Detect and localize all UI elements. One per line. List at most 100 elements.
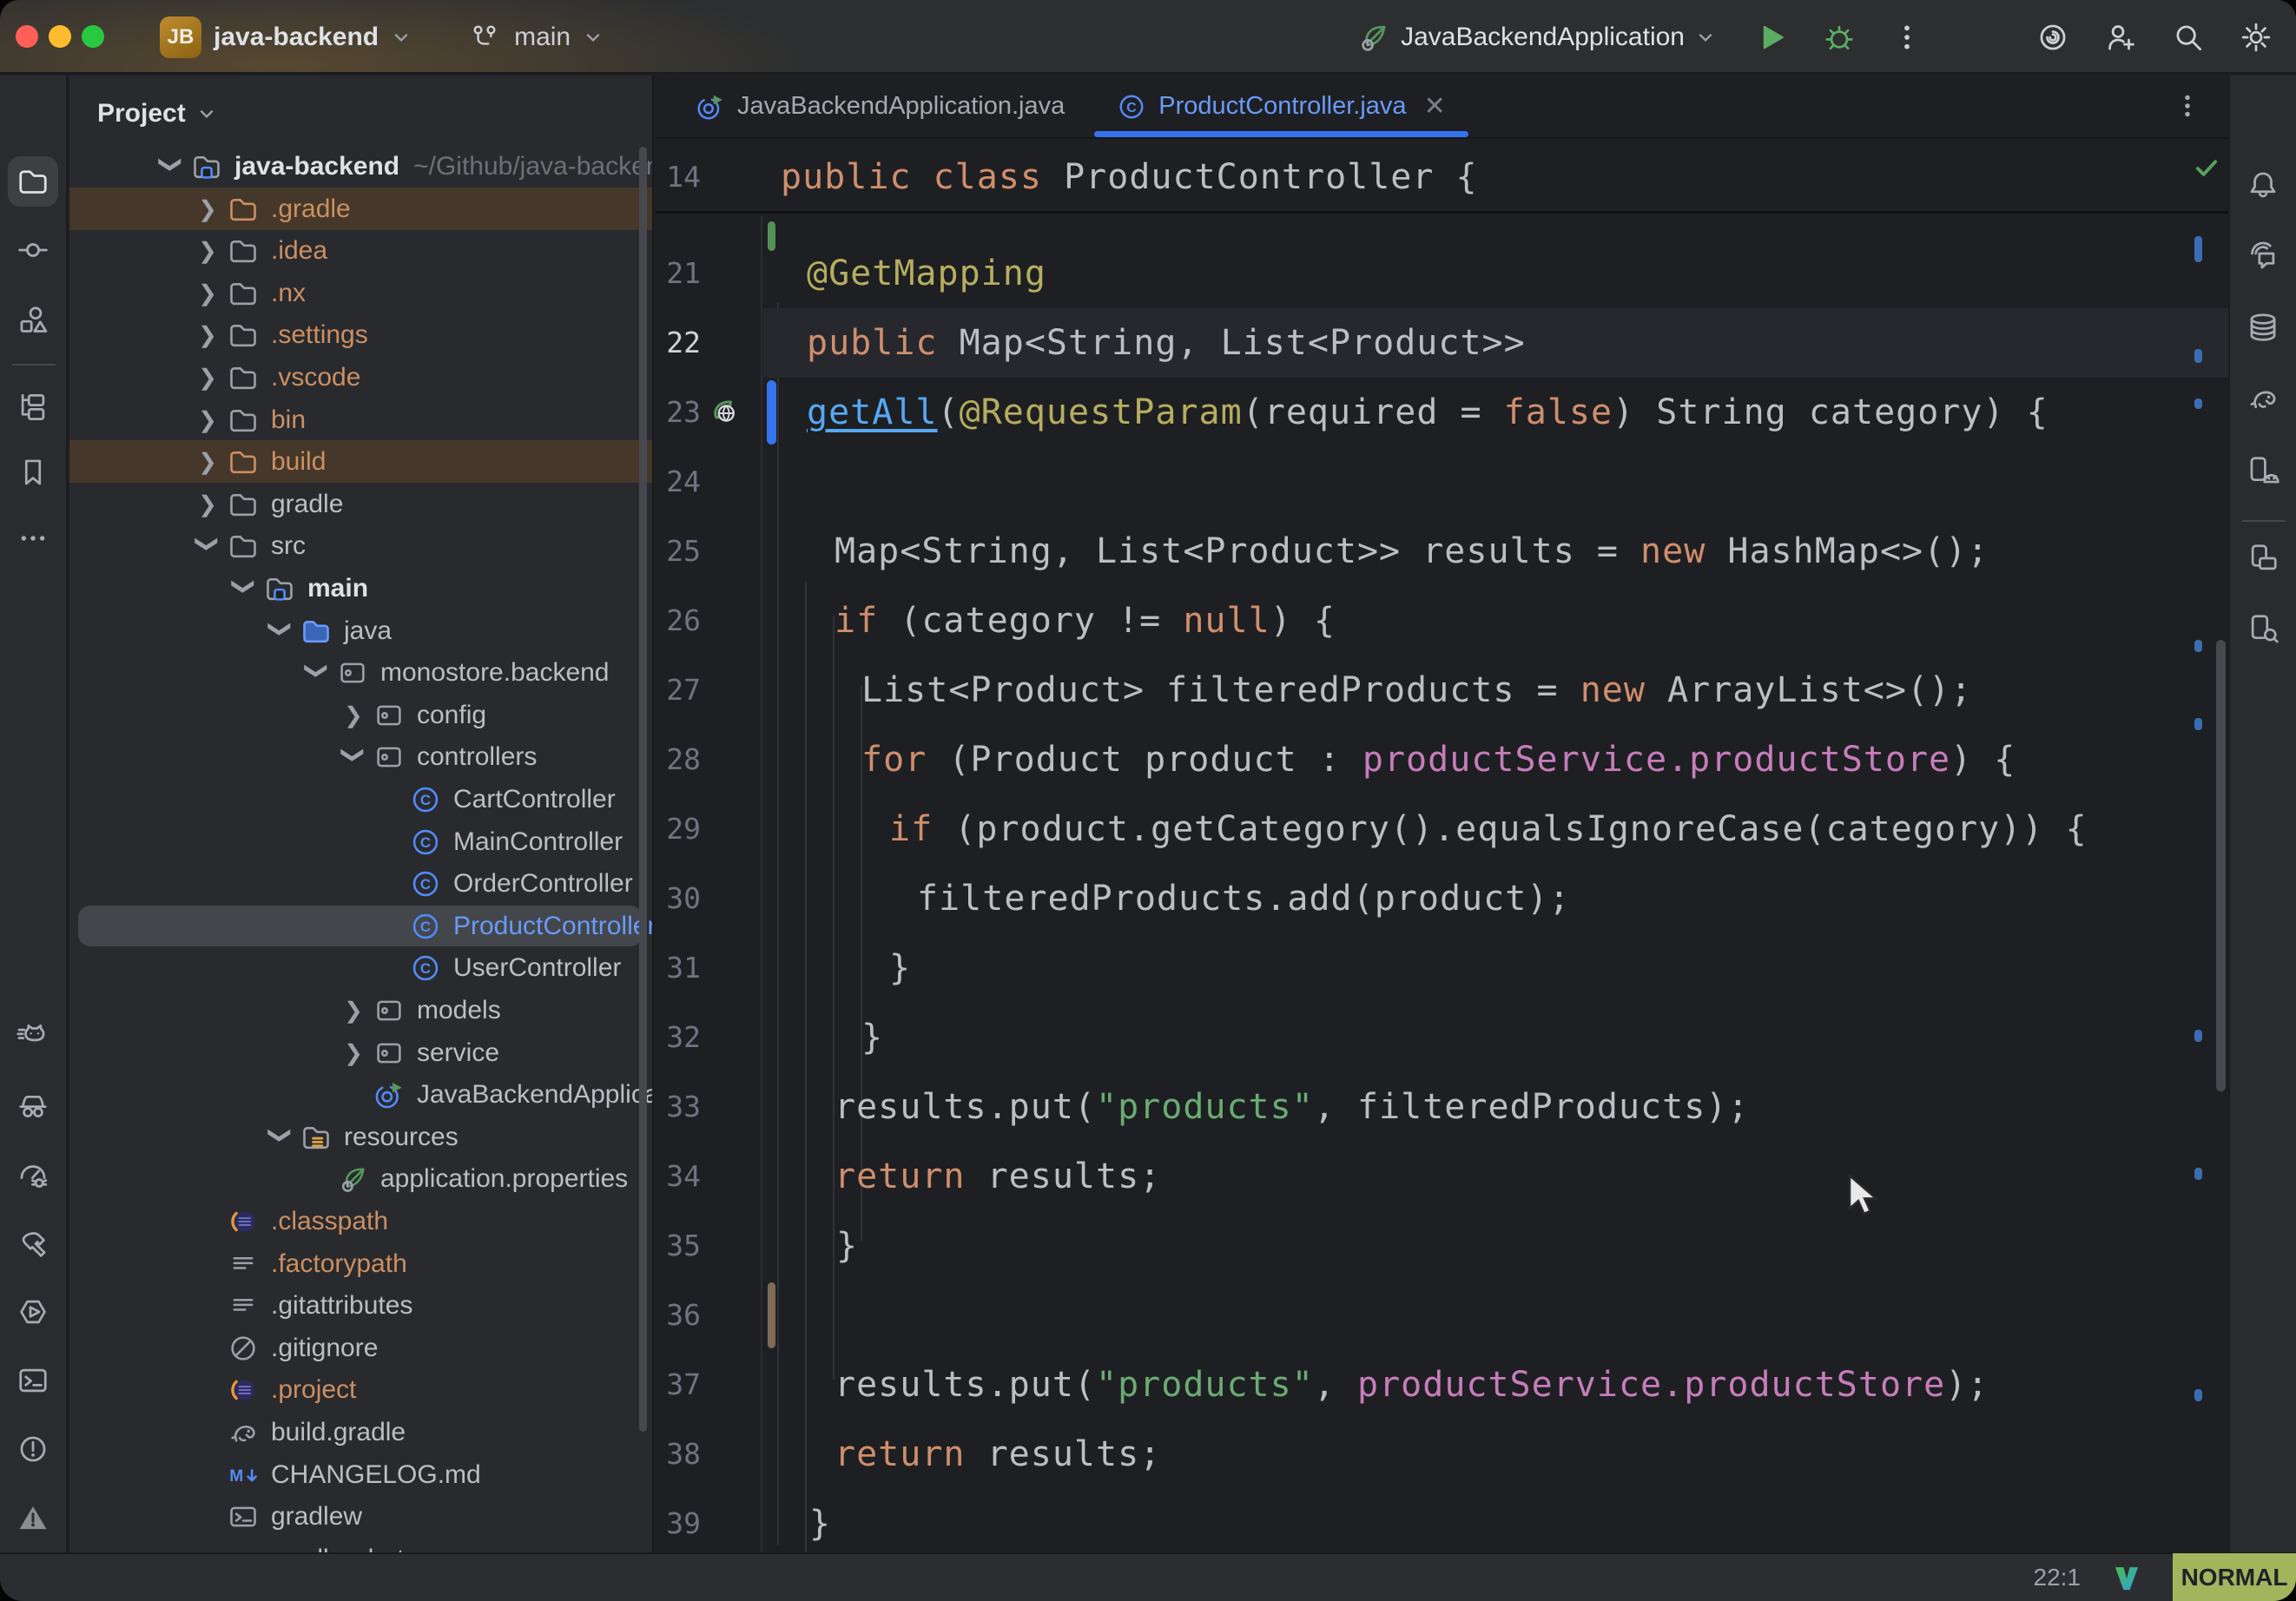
tree-item-controllers[interactable]: ❯ controllers <box>69 735 654 778</box>
close-window-button[interactable] <box>16 25 38 48</box>
tree-item-java-backend[interactable]: ❯ java-backend~/Github/java-backend <box>69 145 654 188</box>
device-explorer-tool[interactable] <box>2238 603 2288 654</box>
line-number[interactable]: 33 <box>656 1072 701 1142</box>
tree-item--idea[interactable]: ❯ .idea <box>69 229 654 272</box>
code-line-27[interactable]: 27 List<Product> filteredProducts = new … <box>656 656 2228 725</box>
tree-expander[interactable]: ❯ <box>342 702 365 728</box>
tree-item--nx[interactable]: ❯ .nx <box>69 272 654 314</box>
tree-expander[interactable]: ❯ <box>158 153 185 175</box>
tree-item-main[interactable]: ❯ main <box>69 567 654 609</box>
tree-expander[interactable]: ❯ <box>196 321 219 348</box>
tree-item-gradlew-bat[interactable]: gradlew.bat <box>69 1538 654 1552</box>
line-number[interactable]: 37 <box>656 1350 701 1420</box>
tree-expander[interactable]: ❯ <box>196 448 219 475</box>
tree-item-bin[interactable]: ❯ bin <box>69 399 654 441</box>
hierarchy-tool[interactable] <box>8 382 58 432</box>
project-tool[interactable] <box>8 156 58 207</box>
line-number[interactable]: 14 <box>656 142 701 212</box>
code-line-26[interactable]: 26 if (category != null) { <box>656 586 2228 656</box>
line-number[interactable]: 26 <box>656 586 701 656</box>
code-line-24[interactable]: 24 <box>656 447 2228 517</box>
line-number[interactable]: 23 <box>656 378 701 447</box>
tree-item-config[interactable]: ❯ config <box>69 694 654 736</box>
tree-expander[interactable]: ❯ <box>196 280 219 306</box>
run-configuration-selector[interactable]: JavaBackendApplication <box>1356 20 1716 55</box>
editor-scrollbar[interactable] <box>2216 640 2226 1091</box>
tree-expander[interactable]: ❯ <box>340 743 367 766</box>
close-tab-icon[interactable]: ✕ <box>1424 91 1446 122</box>
terminal-tool[interactable] <box>8 1355 58 1406</box>
tree-expander[interactable]: ❯ <box>196 491 219 517</box>
tree-expander[interactable]: ❯ <box>196 195 219 222</box>
inspections-ok-icon[interactable] <box>2191 152 2222 183</box>
line-number[interactable]: 28 <box>656 725 701 794</box>
tree-expander[interactable]: ❯ <box>196 406 219 433</box>
tree-item-maincontroller[interactable]: C MainController <box>69 820 654 863</box>
more-tool-windows[interactable] <box>8 513 58 563</box>
line-number[interactable]: 36 <box>656 1281 701 1350</box>
branch-selector[interactable]: main <box>514 23 571 52</box>
tree-item--vscode[interactable]: ❯ .vscode <box>69 356 654 399</box>
settings-gear-icon[interactable] <box>2239 20 2273 55</box>
line-number[interactable]: 31 <box>656 933 701 1003</box>
tree-expander[interactable]: ❯ <box>195 532 221 555</box>
code-line-34[interactable]: 34 return results; <box>656 1142 2228 1211</box>
commit-tool[interactable] <box>8 225 58 275</box>
device-manager-tool[interactable] <box>2238 533 2288 583</box>
tree-item--settings[interactable]: ❯ .settings <box>69 313 654 356</box>
line-number[interactable]: 35 <box>656 1211 701 1281</box>
code-line-31[interactable]: 31 } <box>656 933 2228 1003</box>
tree-expander[interactable]: ❯ <box>342 997 365 1024</box>
code-line-37[interactable]: 37 results.put("products", productServic… <box>656 1350 2228 1420</box>
add-user-icon[interactable] <box>2103 20 2138 55</box>
vim-mode-badge[interactable]: NORMAL <box>2173 1553 2296 1601</box>
code-line-22[interactable]: 22 public Map<String, List<Product>> <box>656 308 2228 378</box>
tree-item-models[interactable]: ❯ models <box>69 989 654 1031</box>
code-line-30[interactable]: 30 filteredProducts.add(product); <box>656 864 2228 933</box>
line-number[interactable]: 30 <box>656 864 701 933</box>
ai-assistant-chat[interactable] <box>2238 231 2288 281</box>
code-line-29[interactable]: 29 if (product.getCategory().equalsIgnor… <box>656 794 2228 864</box>
running-devices-tool[interactable] <box>2238 445 2288 496</box>
bookmarks-tool[interactable] <box>8 447 58 497</box>
code-line-39[interactable]: 39 } <box>656 1489 2228 1552</box>
tree-item--project[interactable]: .project <box>69 1368 654 1411</box>
tree-item-changelog-md[interactable]: M CHANGELOG.md <box>69 1453 654 1496</box>
tree-item-javabackendapplication[interactable]: JavaBackendApplication <box>69 1073 654 1116</box>
tree-expander[interactable]: ❯ <box>267 617 294 640</box>
more-actions-kebab[interactable] <box>1890 20 1924 55</box>
tree-item-service[interactable]: ❯ service <box>69 1031 654 1074</box>
editor-tab-javabackendapplication-java[interactable]: JavaBackendApplication.java <box>670 76 1091 137</box>
tree-item-ordercontroller[interactable]: C OrderController <box>69 862 654 905</box>
ai-cat-tool[interactable] <box>8 1012 58 1063</box>
code-line-33[interactable]: 33 results.put("products", filteredProdu… <box>656 1072 2228 1142</box>
code-line-25[interactable]: 25 Map<String, List<Product>> results = … <box>656 517 2228 586</box>
minimize-window-button[interactable] <box>49 25 71 48</box>
tree-item--gitignore[interactable]: .gitignore <box>69 1327 654 1369</box>
code-line-28[interactable]: 28 for (Product product : productService… <box>656 725 2228 794</box>
line-number[interactable]: 38 <box>656 1420 701 1489</box>
rest-endpoint-gutter-icon[interactable] <box>703 395 742 430</box>
tree-item-gradlew[interactable]: gradlew <box>69 1495 654 1538</box>
tree-item-src[interactable]: ❯ src <box>69 524 654 567</box>
tree-expander[interactable]: ❯ <box>196 237 219 264</box>
tree-item-resources[interactable]: ❯ resources <box>69 1116 654 1158</box>
line-number[interactable]: 21 <box>656 239 701 308</box>
tree-expander[interactable]: ❯ <box>342 1039 365 1066</box>
tree-item-build-gradle[interactable]: build.gradle <box>69 1411 654 1453</box>
line-number[interactable]: 32 <box>656 1003 701 1072</box>
code-viewport[interactable]: 21 @GetMapping 22 public Map<String, Lis… <box>656 216 2228 1552</box>
caret-position[interactable]: 22:1 <box>2034 1564 2082 1591</box>
notifications-bell[interactable] <box>2238 160 2288 210</box>
copilot-tool[interactable] <box>8 1081 58 1131</box>
tree-item-application-properties[interactable]: application.properties <box>69 1157 654 1200</box>
build-tool[interactable] <box>8 1218 58 1268</box>
run-button[interactable] <box>1754 20 1789 55</box>
debug-button[interactable] <box>1822 20 1857 55</box>
code-line-23[interactable]: 23 getAll(@RequestParam(required = false… <box>656 378 2228 447</box>
code-line-38[interactable]: 38 return results; <box>656 1420 2228 1489</box>
tree-item-gradle[interactable]: ❯ gradle <box>69 483 654 525</box>
line-number[interactable]: 34 <box>656 1142 701 1211</box>
tree-item-productcontroller[interactable]: C ProductController <box>69 905 654 947</box>
line-number[interactable]: 39 <box>656 1489 701 1552</box>
